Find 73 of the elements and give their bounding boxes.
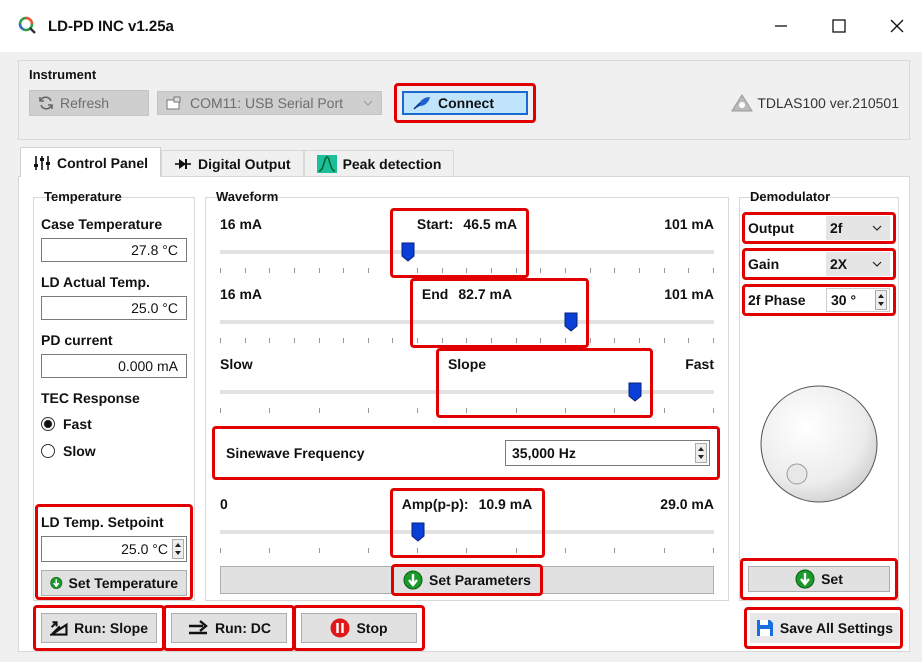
- plug-icon: [412, 96, 432, 110]
- chevron-down-icon: [872, 225, 882, 231]
- app-logo-icon: [18, 16, 38, 36]
- triangle-logo-icon: [731, 94, 754, 112]
- refresh-icon: [38, 95, 54, 111]
- slider-min-label: 16 mA: [220, 286, 262, 304]
- field-label: PD current: [41, 332, 114, 348]
- slider-max-label: 29.0 mA: [660, 496, 714, 514]
- right-arrow-icon: [187, 620, 209, 636]
- chevron-down-icon: [872, 261, 882, 267]
- slider-thumb[interactable]: [564, 312, 578, 332]
- radio-option[interactable]: Fast: [41, 416, 187, 432]
- connect-button[interactable]: Connect: [402, 91, 528, 115]
- set-button[interactable]: Set: [748, 566, 890, 592]
- window-title: LD-PD INC v1.25a: [48, 18, 174, 34]
- chevron-down-icon: [363, 100, 373, 106]
- run-button[interactable]: Run: Slope: [41, 613, 157, 643]
- group-title: Temperature: [43, 189, 123, 204]
- slider-min-label: 0: [220, 496, 228, 514]
- save-all-settings-button[interactable]: Save All Settings: [750, 613, 899, 643]
- slider-min-label: Slow: [220, 356, 253, 374]
- maximize-icon[interactable]: [832, 19, 846, 33]
- slider-reading: 46.5 mA: [463, 216, 518, 232]
- group-title: Demodulator: [749, 189, 832, 204]
- close-icon[interactable]: [890, 19, 904, 33]
- slider-thumb[interactable]: [628, 382, 642, 402]
- peak-icon: [316, 154, 337, 172]
- slider-max-label: 101 mA: [664, 286, 714, 304]
- port-icon: [166, 96, 182, 110]
- slider-reading: 10.9 mA: [478, 496, 532, 512]
- field-label: Case Temperature: [41, 216, 164, 232]
- radio-option[interactable]: Slow: [41, 443, 187, 459]
- readout-field: 25.0 °C: [41, 296, 187, 320]
- field-label: Sinewave Frequency: [226, 445, 365, 461]
- slider-thumb[interactable]: [400, 242, 415, 262]
- field-label: Gain: [748, 256, 780, 272]
- spin-arrows-icon: [875, 290, 887, 310]
- readout-field: 27.8 °C: [41, 238, 187, 262]
- tab[interactable]: Peak detection: [304, 150, 454, 176]
- slider-min-label: 16 mA: [220, 216, 262, 234]
- frequency-spinner[interactable]: 35,000 Hz: [505, 440, 710, 466]
- readout-field: 0.000 mA: [41, 354, 187, 378]
- set-temperature-button[interactable]: Set Temperature: [41, 570, 187, 596]
- dropdown[interactable]: 2X: [826, 252, 890, 276]
- slider-label: End: [422, 286, 448, 302]
- slider-label: Start:: [416, 216, 454, 232]
- slider-max-label: Fast: [685, 356, 714, 374]
- slider-label: Amp(p-p):: [402, 496, 469, 512]
- phase-knob[interactable]: [759, 384, 879, 504]
- phase-spinner[interactable]: 30 °: [826, 288, 890, 312]
- group-title: Waveform: [215, 189, 280, 204]
- slider-label: Slope: [448, 356, 486, 372]
- version-label: TDLAS100 ver.210501: [757, 95, 899, 111]
- field-label: LD Temp. Setpoint: [41, 514, 165, 530]
- diode-icon: [174, 156, 192, 170]
- sliders-icon: [33, 154, 51, 170]
- tab[interactable]: Control Panel: [20, 147, 162, 177]
- set-parameters-button[interactable]: Set Parameters: [220, 566, 714, 594]
- field-label: 2f Phase: [748, 292, 807, 308]
- spin-arrows-icon: [695, 443, 707, 463]
- run-button[interactable]: Stop: [301, 613, 417, 643]
- dropdown[interactable]: 2f: [826, 216, 890, 240]
- field-label: Output: [748, 220, 795, 236]
- spin-arrows-icon: [172, 539, 184, 559]
- field-label: LD Actual Temp.: [41, 274, 151, 290]
- slider-thumb[interactable]: [410, 522, 425, 542]
- field-label: TEC Response: [41, 390, 141, 406]
- tab[interactable]: Digital Output: [161, 150, 304, 176]
- slider-max-label: 101 mA: [664, 216, 714, 234]
- slider-reading: 82.7 mA: [458, 286, 512, 302]
- pause-icon: [330, 618, 350, 638]
- setpoint-spinner[interactable]: 25.0 °C: [41, 536, 187, 562]
- run-button[interactable]: Run: DC: [171, 613, 287, 643]
